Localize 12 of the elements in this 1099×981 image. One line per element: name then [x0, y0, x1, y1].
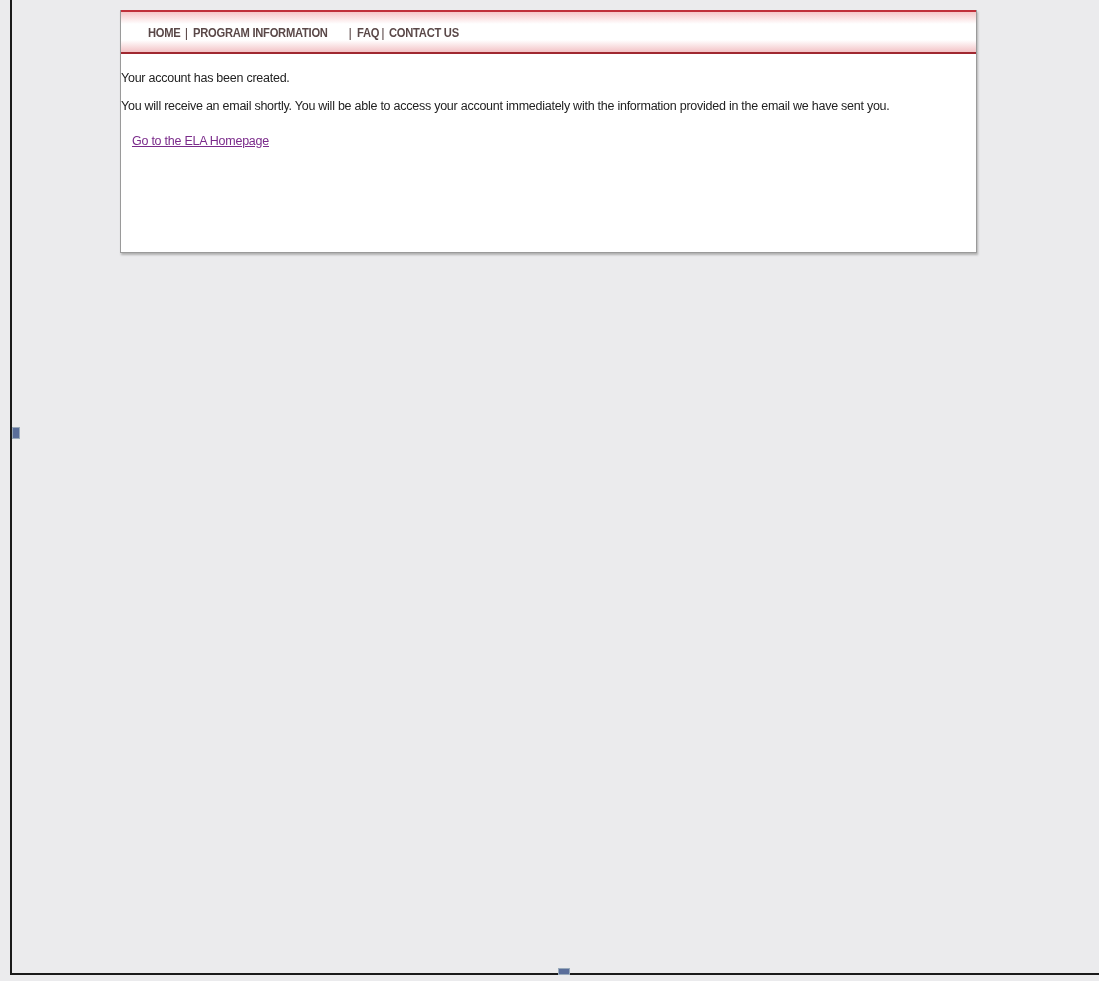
nav-link[interactable]: CONTACT US — [389, 24, 460, 40]
nav-link[interactable]: HOME — [148, 24, 181, 40]
nav-separator: | — [184, 24, 188, 40]
nav-separator: | — [348, 24, 352, 40]
message-text: You will receive an email shortly. You will be able to access your account immediately with the information provided in the email we have sent you. — [121, 99, 891, 113]
message-text: Your account has been created. — [121, 71, 291, 85]
nav-link[interactable]: PROGRAM INFORMATION — [192, 24, 328, 40]
homepage-link[interactable]: Go to the ELA Homepage — [132, 134, 269, 148]
resize-handle-icon[interactable] — [558, 968, 570, 975]
nav-link[interactable]: FAQ — [356, 24, 379, 40]
resize-handle-icon[interactable] — [12, 427, 20, 439]
nav-separator: | — [381, 24, 385, 40]
